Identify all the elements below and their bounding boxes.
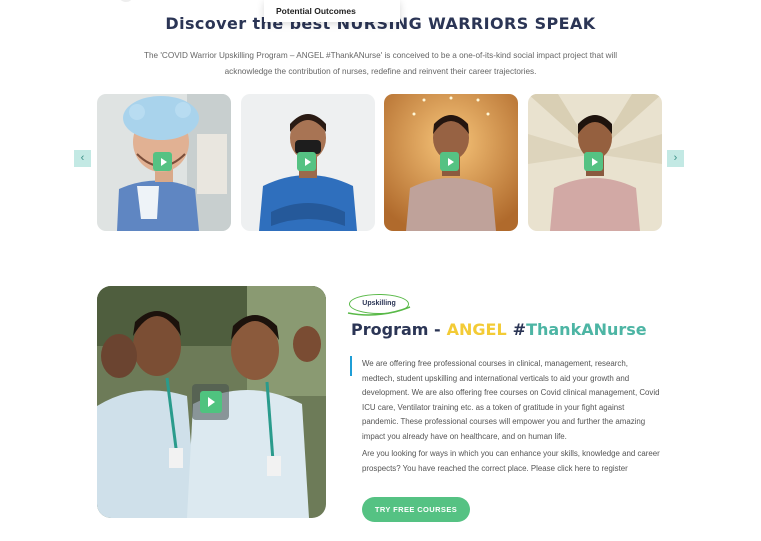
- play-button[interactable]: [297, 152, 316, 171]
- program-title-angel: ANGEL: [446, 320, 507, 339]
- program-title: Program - ANGEL #ThankANurse: [351, 320, 647, 339]
- chevron-left-icon: ‹: [80, 152, 85, 164]
- section-intro: The 'COVID Warrior Upskilling Program – …: [143, 51, 618, 76]
- register-prompt: Are you looking for ways in which you ca…: [362, 449, 660, 473]
- play-icon: [591, 157, 598, 166]
- play-button[interactable]: [584, 152, 603, 171]
- program-description: We are offering free professional course…: [362, 359, 660, 441]
- video-card-1[interactable]: [97, 94, 231, 231]
- play-icon: [160, 157, 167, 166]
- accent-bar: [350, 356, 352, 376]
- potential-outcomes-label: Potential Outcomes: [276, 6, 356, 16]
- play-icon: [304, 157, 311, 166]
- chevron-right-icon: ›: [673, 152, 678, 164]
- carousel-next-button[interactable]: ›: [667, 150, 684, 167]
- program-video[interactable]: [97, 286, 326, 518]
- corner-decoration: [118, 0, 134, 2]
- carousel-prev-button[interactable]: ‹: [74, 150, 91, 167]
- play-icon: [208, 397, 215, 407]
- play-button[interactable]: [153, 152, 172, 171]
- upskilling-tag: Upskilling: [349, 294, 409, 314]
- video-carousel: ‹ ›: [74, 94, 686, 231]
- try-free-courses-button[interactable]: TRY FREE COURSES: [362, 497, 470, 522]
- play-button[interactable]: [440, 152, 459, 171]
- program-title-hashtag: ThankANurse: [526, 320, 647, 339]
- program-title-prefix: Program -: [351, 320, 441, 339]
- video-card-3[interactable]: [384, 94, 518, 231]
- video-card-4[interactable]: [528, 94, 662, 231]
- potential-outcomes-menu-item[interactable]: Potential Outcomes: [264, 0, 400, 22]
- program-title-hash: #: [512, 320, 527, 339]
- video-card-2[interactable]: [241, 94, 375, 231]
- play-icon-box: [199, 391, 222, 413]
- play-icon: [447, 157, 454, 166]
- video-play-button[interactable]: [192, 384, 229, 420]
